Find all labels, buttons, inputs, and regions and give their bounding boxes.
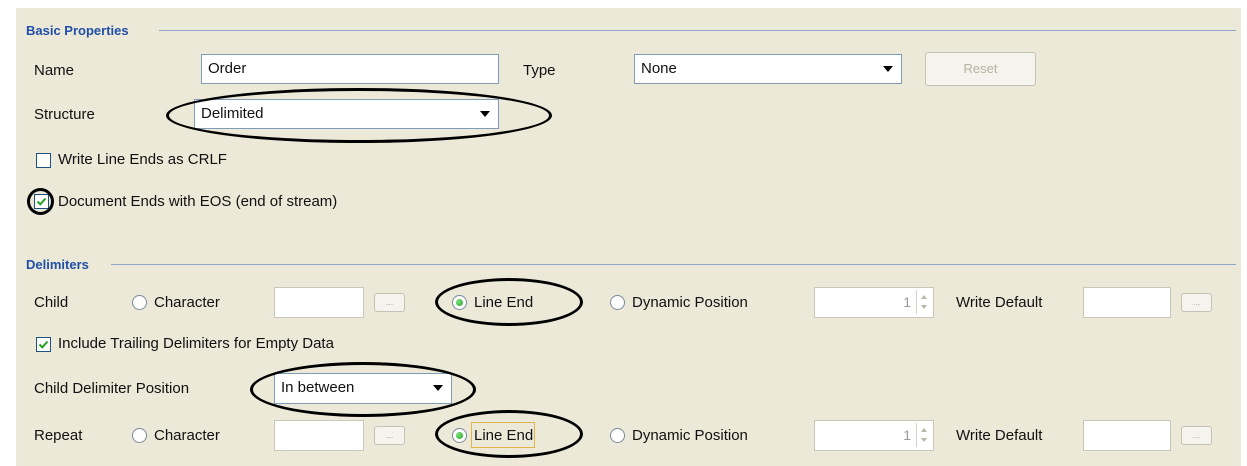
write-crlf-checkbox[interactable] [36, 153, 51, 168]
annotation-ellipse-child-position [250, 362, 476, 417]
include-trailing-checkbox[interactable] [36, 337, 51, 352]
name-field[interactable]: Order [201, 54, 499, 84]
structure-label: Structure [34, 106, 95, 123]
section-title-basic-properties: Basic Properties [26, 23, 129, 38]
repeat-write-default-field[interactable] [1083, 420, 1171, 451]
child-write-default-label: Write Default [956, 294, 1043, 311]
chevron-down-icon [883, 66, 893, 72]
write-crlf-label: Write Line Ends as CRLF [58, 151, 227, 168]
child-character-field[interactable] [274, 287, 364, 318]
child-dynamic-position-radio[interactable] [610, 295, 625, 310]
child-write-default-field[interactable] [1083, 287, 1171, 318]
repeat-write-default-label: Write Default [956, 427, 1043, 444]
spin-up-icon [921, 428, 927, 432]
repeat-character-label: Character [154, 427, 220, 444]
repeat-character-ellipsis-button[interactable]: ... [374, 426, 405, 445]
spin-down-icon [921, 305, 927, 309]
child-character-label: Character [154, 294, 220, 311]
checkmark-icon [38, 340, 49, 349]
repeat-dynamic-position-label: Dynamic Position [632, 427, 748, 444]
child-dynamic-position-spinner[interactable]: 1 [814, 287, 934, 318]
annotation-ellipse-repeat-line-end [435, 410, 583, 458]
type-dropdown-value: None [641, 60, 677, 77]
section-divider [111, 264, 1236, 265]
repeat-character-field[interactable] [274, 420, 364, 451]
child-label: Child [34, 294, 69, 311]
repeat-dynamic-position-radio[interactable] [610, 428, 625, 443]
type-dropdown[interactable]: None [634, 54, 902, 84]
annotation-circle-eos [27, 188, 54, 215]
section-title-delimiters: Delimiters [26, 257, 89, 272]
properties-panel: Basic Properties Name Order Type None Re… [16, 8, 1241, 466]
child-dynamic-position-label: Dynamic Position [632, 294, 748, 311]
annotation-ellipse-structure [166, 88, 552, 143]
spinner-buttons[interactable] [916, 290, 931, 314]
spinner-buttons[interactable] [916, 423, 931, 447]
child-character-ellipsis-button[interactable]: ... [374, 293, 405, 312]
spin-up-icon [921, 295, 927, 299]
reset-button[interactable]: Reset [925, 52, 1036, 86]
child-character-radio[interactable] [132, 295, 147, 310]
repeat-dynamic-position-spinner[interactable]: 1 [814, 420, 934, 451]
eos-label: Document Ends with EOS (end of stream) [58, 193, 338, 210]
type-label: Type [523, 62, 556, 79]
repeat-character-radio[interactable] [132, 428, 147, 443]
child-delimiter-position-label: Child Delimiter Position [34, 380, 190, 397]
repeat-write-default-ellipsis-button[interactable]: ... [1181, 426, 1212, 445]
repeat-label: Repeat [34, 427, 83, 444]
name-label: Name [34, 62, 75, 79]
repeat-dynamic-position-value: 1 [903, 427, 911, 443]
section-divider [159, 30, 1236, 31]
annotation-ellipse-child-line-end [435, 278, 583, 326]
name-field-value: Order [208, 60, 247, 77]
spin-down-icon [921, 438, 927, 442]
child-dynamic-position-value: 1 [903, 294, 911, 310]
child-write-default-ellipsis-button[interactable]: ... [1181, 293, 1212, 312]
include-trailing-label: Include Trailing Delimiters for Empty Da… [58, 335, 334, 352]
